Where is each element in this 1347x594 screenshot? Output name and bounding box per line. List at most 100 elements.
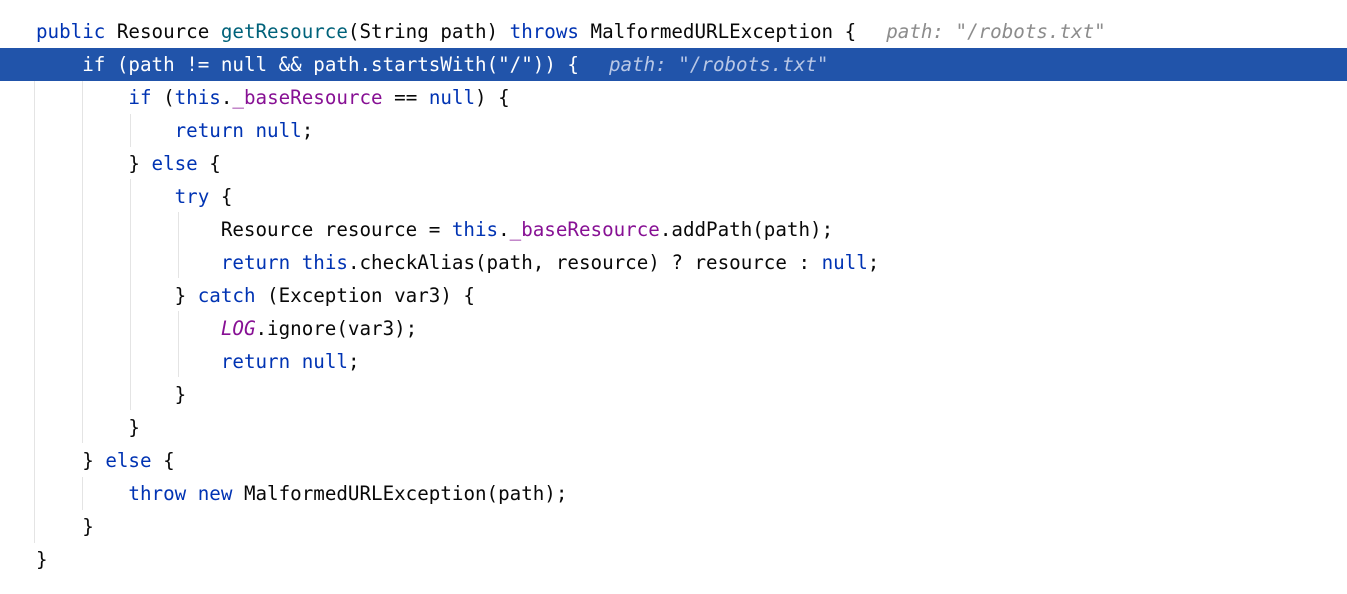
code-line[interactable]: Resource resource = this._baseResource.a… [0, 213, 1347, 246]
code-token: ) { [475, 86, 510, 109]
code-token: ; [867, 251, 880, 274]
code-line[interactable]: return null; [0, 114, 1347, 147]
code-token: ; [347, 350, 360, 373]
code-line[interactable]: } [0, 510, 1347, 543]
code-line[interactable]: return this.checkAlias(path, resource) ?… [0, 246, 1347, 279]
line-code: } [36, 543, 48, 576]
code-line[interactable]: return null; [0, 345, 1347, 378]
field-token: _baseResource [232, 86, 383, 109]
keyword-token: this [301, 251, 348, 274]
line-code: } [36, 510, 94, 543]
keyword-token: else [105, 449, 152, 472]
current-code-line[interactable]: if (path != null && path.startsWith("/")… [0, 48, 1347, 81]
code-line[interactable]: LOG.ignore(var3); [0, 312, 1347, 345]
inline-value-hint: path: "/robots.txt" [608, 53, 829, 76]
line-code: throw new MalformedURLException(path); [36, 477, 567, 510]
line-code: return null; [36, 114, 314, 147]
code-token: .ignore(var3); [255, 317, 418, 340]
code-token: { [151, 449, 175, 472]
keyword-token: null [220, 53, 268, 76]
line-code: } else { [36, 147, 221, 180]
line-code: try { [36, 180, 233, 213]
keyword-token: null [255, 119, 302, 142]
code-token: } [36, 416, 140, 439]
keyword-token: this [174, 86, 221, 109]
line-code: } [36, 378, 187, 411]
code-line[interactable]: } else { [0, 147, 1347, 180]
code-token: (Exception var3) { [255, 284, 475, 307]
code-token: MalformedURLException(path); [232, 482, 568, 505]
code-token: ; [301, 119, 314, 142]
code-token: .addPath(path); [659, 218, 834, 241]
line-code: } catch (Exception var3) { [36, 279, 475, 312]
line-code: } [36, 411, 140, 444]
line-code: LOG.ignore(var3); [36, 312, 417, 345]
code-token: { [209, 185, 233, 208]
code-token: ( [151, 86, 175, 109]
keyword-token: return [220, 251, 291, 274]
keyword-token: public [36, 20, 106, 43]
keyword-token: null [821, 251, 868, 274]
code-line[interactable]: public Resource getResource(String path)… [0, 15, 1347, 48]
code-token: } [36, 515, 94, 538]
keyword-token: return [174, 119, 244, 142]
keyword-token: throw [128, 482, 187, 505]
code-token: } [36, 284, 198, 307]
code-line[interactable]: } catch (Exception var3) { [0, 279, 1347, 312]
code-line[interactable]: if (this._baseResource == null) { [0, 81, 1347, 114]
code-token: . [498, 218, 510, 241]
method-name-token: getResource [220, 20, 348, 43]
inline-value-hint: path: "/robots.txt" [886, 20, 1106, 43]
keyword-token: try [174, 185, 210, 208]
line-code: if (this._baseResource == null) { [36, 81, 510, 114]
code-line[interactable]: } [0, 378, 1347, 411]
keyword-token: catch [197, 284, 256, 307]
line-code: return this.checkAlias(path, resource) ?… [36, 246, 880, 279]
code-token: .checkAlias(path, resource) ? resource : [347, 251, 822, 274]
code-token: } [36, 383, 187, 406]
code-token: Resource resource = [36, 218, 452, 241]
code-token: } [36, 548, 48, 571]
line-code: return null; [36, 345, 360, 378]
code-line[interactable]: try { [0, 180, 1347, 213]
keyword-token: null [301, 350, 348, 373]
line-code: public Resource getResource(String path)… [36, 15, 1106, 48]
code-token: (path != [105, 53, 221, 76]
code-token: Resource [105, 20, 221, 43]
keyword-token: if [82, 53, 106, 76]
code-token: } [36, 152, 152, 175]
keyword-token: else [151, 152, 198, 175]
code-line[interactable]: } [0, 543, 1347, 576]
keyword-token: if [128, 86, 152, 109]
field-token: LOG [220, 317, 256, 340]
line-code: if (path != null && path.startsWith("/")… [36, 48, 828, 81]
line-code: Resource resource = this._baseResource.a… [36, 213, 833, 246]
keyword-token: null [428, 86, 476, 109]
line-code: } else { [36, 444, 175, 477]
keyword-token: this [451, 218, 499, 241]
code-line[interactable]: } [0, 411, 1347, 444]
keyword-token: return [220, 350, 291, 373]
code-token: } [36, 449, 106, 472]
code-line[interactable]: } else { [0, 444, 1347, 477]
code-token: == [382, 86, 429, 109]
code-editor[interactable]: public Resource getResource(String path)… [0, 0, 1347, 594]
code-token: { [197, 152, 221, 175]
code-line[interactable]: throw new MalformedURLException(path); [0, 477, 1347, 510]
code-token: (String path) [347, 20, 510, 43]
keyword-token: throws [509, 20, 579, 43]
field-token: _baseResource [509, 218, 660, 241]
keyword-token: new [197, 482, 233, 505]
code-token: && path.startsWith("/")) { [267, 53, 579, 76]
